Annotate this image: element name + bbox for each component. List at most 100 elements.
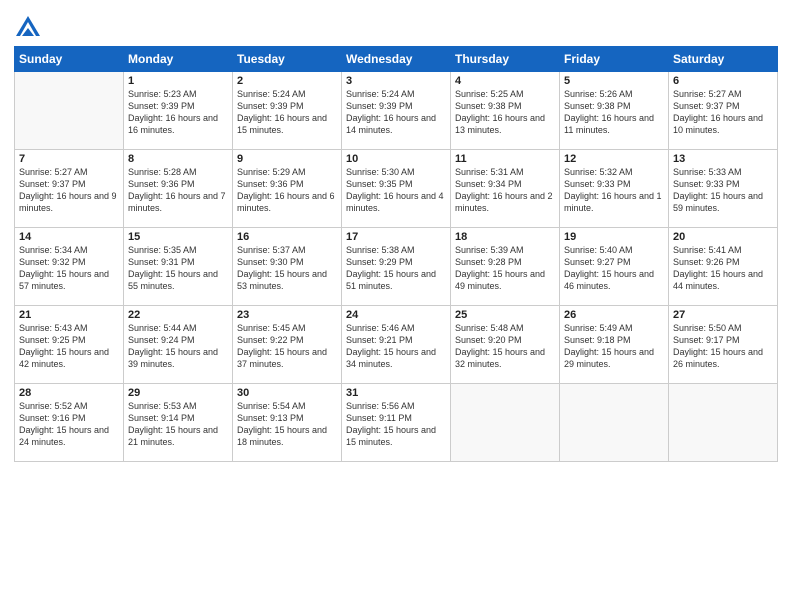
day-info: Sunrise: 5:43 AMSunset: 9:25 PMDaylight:…: [19, 322, 119, 371]
day-number: 31: [346, 387, 446, 399]
day-cell: 17Sunrise: 5:38 AMSunset: 9:29 PMDayligh…: [342, 228, 451, 306]
day-info: Sunrise: 5:30 AMSunset: 9:35 PMDaylight:…: [346, 166, 446, 215]
day-number: 20: [673, 231, 773, 243]
col-header-friday: Friday: [560, 47, 669, 72]
day-info: Sunrise: 5:50 AMSunset: 9:17 PMDaylight:…: [673, 322, 773, 371]
day-number: 24: [346, 309, 446, 321]
day-number: 10: [346, 153, 446, 165]
day-info: Sunrise: 5:27 AMSunset: 9:37 PMDaylight:…: [19, 166, 119, 215]
day-number: 1: [128, 75, 228, 87]
day-cell: 1Sunrise: 5:23 AMSunset: 9:39 PMDaylight…: [124, 72, 233, 150]
day-info: Sunrise: 5:49 AMSunset: 9:18 PMDaylight:…: [564, 322, 664, 371]
logo-icon: [14, 14, 42, 42]
day-info: Sunrise: 5:29 AMSunset: 9:36 PMDaylight:…: [237, 166, 337, 215]
day-cell: 11Sunrise: 5:31 AMSunset: 9:34 PMDayligh…: [451, 150, 560, 228]
day-info: Sunrise: 5:35 AMSunset: 9:31 PMDaylight:…: [128, 244, 228, 293]
day-info: Sunrise: 5:56 AMSunset: 9:11 PMDaylight:…: [346, 400, 446, 449]
day-number: 27: [673, 309, 773, 321]
week-row-0: 1Sunrise: 5:23 AMSunset: 9:39 PMDaylight…: [15, 72, 778, 150]
day-cell: 3Sunrise: 5:24 AMSunset: 9:39 PMDaylight…: [342, 72, 451, 150]
day-number: 14: [19, 231, 119, 243]
day-number: 19: [564, 231, 664, 243]
day-info: Sunrise: 5:27 AMSunset: 9:37 PMDaylight:…: [673, 88, 773, 137]
day-cell: 23Sunrise: 5:45 AMSunset: 9:22 PMDayligh…: [233, 306, 342, 384]
day-number: 23: [237, 309, 337, 321]
day-info: Sunrise: 5:26 AMSunset: 9:38 PMDaylight:…: [564, 88, 664, 137]
day-number: 29: [128, 387, 228, 399]
day-info: Sunrise: 5:54 AMSunset: 9:13 PMDaylight:…: [237, 400, 337, 449]
day-cell: 19Sunrise: 5:40 AMSunset: 9:27 PMDayligh…: [560, 228, 669, 306]
day-info: Sunrise: 5:28 AMSunset: 9:36 PMDaylight:…: [128, 166, 228, 215]
day-number: 25: [455, 309, 555, 321]
day-cell: 30Sunrise: 5:54 AMSunset: 9:13 PMDayligh…: [233, 384, 342, 462]
day-number: 18: [455, 231, 555, 243]
page-container: SundayMondayTuesdayWednesdayThursdayFrid…: [0, 0, 792, 472]
day-cell: 20Sunrise: 5:41 AMSunset: 9:26 PMDayligh…: [669, 228, 778, 306]
day-cell: 31Sunrise: 5:56 AMSunset: 9:11 PMDayligh…: [342, 384, 451, 462]
day-cell: 7Sunrise: 5:27 AMSunset: 9:37 PMDaylight…: [15, 150, 124, 228]
day-cell: 22Sunrise: 5:44 AMSunset: 9:24 PMDayligh…: [124, 306, 233, 384]
day-cell: 16Sunrise: 5:37 AMSunset: 9:30 PMDayligh…: [233, 228, 342, 306]
week-row-3: 21Sunrise: 5:43 AMSunset: 9:25 PMDayligh…: [15, 306, 778, 384]
day-number: 5: [564, 75, 664, 87]
day-cell: 15Sunrise: 5:35 AMSunset: 9:31 PMDayligh…: [124, 228, 233, 306]
day-info: Sunrise: 5:38 AMSunset: 9:29 PMDaylight:…: [346, 244, 446, 293]
day-number: 22: [128, 309, 228, 321]
day-info: Sunrise: 5:52 AMSunset: 9:16 PMDaylight:…: [19, 400, 119, 449]
day-cell: 9Sunrise: 5:29 AMSunset: 9:36 PMDaylight…: [233, 150, 342, 228]
day-info: Sunrise: 5:32 AMSunset: 9:33 PMDaylight:…: [564, 166, 664, 215]
day-info: Sunrise: 5:24 AMSunset: 9:39 PMDaylight:…: [346, 88, 446, 137]
day-number: 8: [128, 153, 228, 165]
day-cell: 4Sunrise: 5:25 AMSunset: 9:38 PMDaylight…: [451, 72, 560, 150]
day-info: Sunrise: 5:41 AMSunset: 9:26 PMDaylight:…: [673, 244, 773, 293]
day-cell: 25Sunrise: 5:48 AMSunset: 9:20 PMDayligh…: [451, 306, 560, 384]
col-header-thursday: Thursday: [451, 47, 560, 72]
day-number: 7: [19, 153, 119, 165]
day-number: 9: [237, 153, 337, 165]
day-info: Sunrise: 5:46 AMSunset: 9:21 PMDaylight:…: [346, 322, 446, 371]
day-number: 12: [564, 153, 664, 165]
day-number: 4: [455, 75, 555, 87]
header-row: SundayMondayTuesdayWednesdayThursdayFrid…: [15, 47, 778, 72]
day-info: Sunrise: 5:33 AMSunset: 9:33 PMDaylight:…: [673, 166, 773, 215]
day-info: Sunrise: 5:37 AMSunset: 9:30 PMDaylight:…: [237, 244, 337, 293]
week-row-4: 28Sunrise: 5:52 AMSunset: 9:16 PMDayligh…: [15, 384, 778, 462]
day-cell: 27Sunrise: 5:50 AMSunset: 9:17 PMDayligh…: [669, 306, 778, 384]
day-info: Sunrise: 5:45 AMSunset: 9:22 PMDaylight:…: [237, 322, 337, 371]
day-cell: 21Sunrise: 5:43 AMSunset: 9:25 PMDayligh…: [15, 306, 124, 384]
day-cell: [669, 384, 778, 462]
day-number: 15: [128, 231, 228, 243]
day-info: Sunrise: 5:39 AMSunset: 9:28 PMDaylight:…: [455, 244, 555, 293]
col-header-monday: Monday: [124, 47, 233, 72]
day-cell: 28Sunrise: 5:52 AMSunset: 9:16 PMDayligh…: [15, 384, 124, 462]
day-cell: 29Sunrise: 5:53 AMSunset: 9:14 PMDayligh…: [124, 384, 233, 462]
calendar-table: SundayMondayTuesdayWednesdayThursdayFrid…: [14, 46, 778, 462]
day-cell: 2Sunrise: 5:24 AMSunset: 9:39 PMDaylight…: [233, 72, 342, 150]
col-header-wednesday: Wednesday: [342, 47, 451, 72]
day-info: Sunrise: 5:53 AMSunset: 9:14 PMDaylight:…: [128, 400, 228, 449]
day-number: 6: [673, 75, 773, 87]
day-info: Sunrise: 5:40 AMSunset: 9:27 PMDaylight:…: [564, 244, 664, 293]
col-header-sunday: Sunday: [15, 47, 124, 72]
week-row-2: 14Sunrise: 5:34 AMSunset: 9:32 PMDayligh…: [15, 228, 778, 306]
day-cell: 26Sunrise: 5:49 AMSunset: 9:18 PMDayligh…: [560, 306, 669, 384]
day-number: 16: [237, 231, 337, 243]
day-info: Sunrise: 5:31 AMSunset: 9:34 PMDaylight:…: [455, 166, 555, 215]
day-number: 11: [455, 153, 555, 165]
day-info: Sunrise: 5:34 AMSunset: 9:32 PMDaylight:…: [19, 244, 119, 293]
day-cell: 24Sunrise: 5:46 AMSunset: 9:21 PMDayligh…: [342, 306, 451, 384]
day-cell: 14Sunrise: 5:34 AMSunset: 9:32 PMDayligh…: [15, 228, 124, 306]
day-number: 30: [237, 387, 337, 399]
day-cell: [15, 72, 124, 150]
day-info: Sunrise: 5:44 AMSunset: 9:24 PMDaylight:…: [128, 322, 228, 371]
header: [14, 10, 778, 42]
day-number: 13: [673, 153, 773, 165]
day-number: 26: [564, 309, 664, 321]
day-cell: 10Sunrise: 5:30 AMSunset: 9:35 PMDayligh…: [342, 150, 451, 228]
day-info: Sunrise: 5:24 AMSunset: 9:39 PMDaylight:…: [237, 88, 337, 137]
col-header-saturday: Saturday: [669, 47, 778, 72]
day-number: 28: [19, 387, 119, 399]
day-cell: 5Sunrise: 5:26 AMSunset: 9:38 PMDaylight…: [560, 72, 669, 150]
day-number: 3: [346, 75, 446, 87]
day-number: 2: [237, 75, 337, 87]
